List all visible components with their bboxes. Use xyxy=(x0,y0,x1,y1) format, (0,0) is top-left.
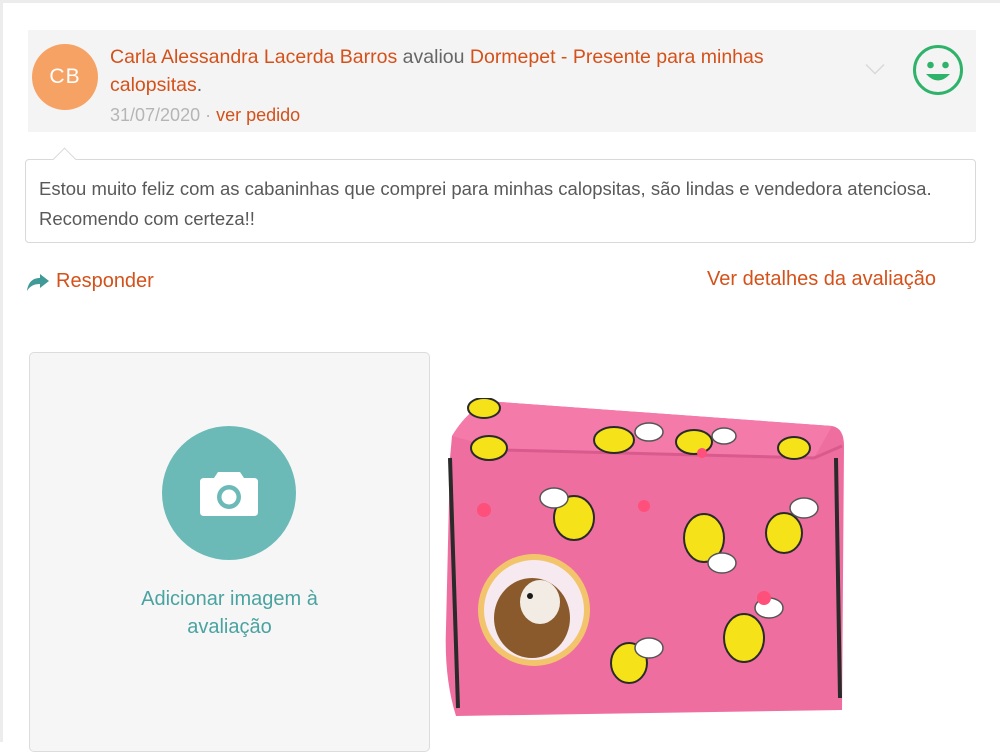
review-comment: Estou muito feliz com as cabaninhas que … xyxy=(25,159,976,243)
smiley-happy-icon xyxy=(913,45,963,95)
reviewer-name-link[interactable]: Carla Alessandra Lacerda Barros xyxy=(110,46,397,68)
review-date: 31/07/2020 xyxy=(110,105,201,125)
title-period: . xyxy=(196,74,203,96)
reply-arrow-icon xyxy=(27,273,49,291)
camera-button[interactable] xyxy=(162,426,296,560)
review-photo[interactable] xyxy=(444,398,846,728)
left-border xyxy=(0,0,3,742)
reply-button[interactable]: Responder xyxy=(26,270,154,293)
add-image-button[interactable]: Adicionar imagem à avaliação xyxy=(29,352,430,752)
order-link[interactable]: ver pedido xyxy=(216,105,300,125)
review-title: Carla Alessandra Lacerda Barros avaliou … xyxy=(110,43,850,99)
action-text: avaliou xyxy=(402,46,465,68)
add-image-label-line1: Adicionar imagem à xyxy=(141,588,318,610)
add-image-label: Adicionar imagem à avaliação xyxy=(30,585,429,641)
meta-separator: · xyxy=(205,105,212,125)
view-details-link[interactable]: Ver detalhes da avaliação xyxy=(707,268,936,291)
top-border xyxy=(0,0,1000,3)
avatar: CB xyxy=(32,44,98,110)
review-header: CB Carla Alessandra Lacerda Barros avali… xyxy=(28,30,976,132)
add-image-label-line2: avaliação xyxy=(187,616,272,638)
chevron-down-icon[interactable] xyxy=(865,55,885,75)
review-meta: 31/07/2020 · ver pedido xyxy=(110,105,300,126)
reply-label: Responder xyxy=(56,270,154,292)
camera-icon xyxy=(200,472,258,516)
